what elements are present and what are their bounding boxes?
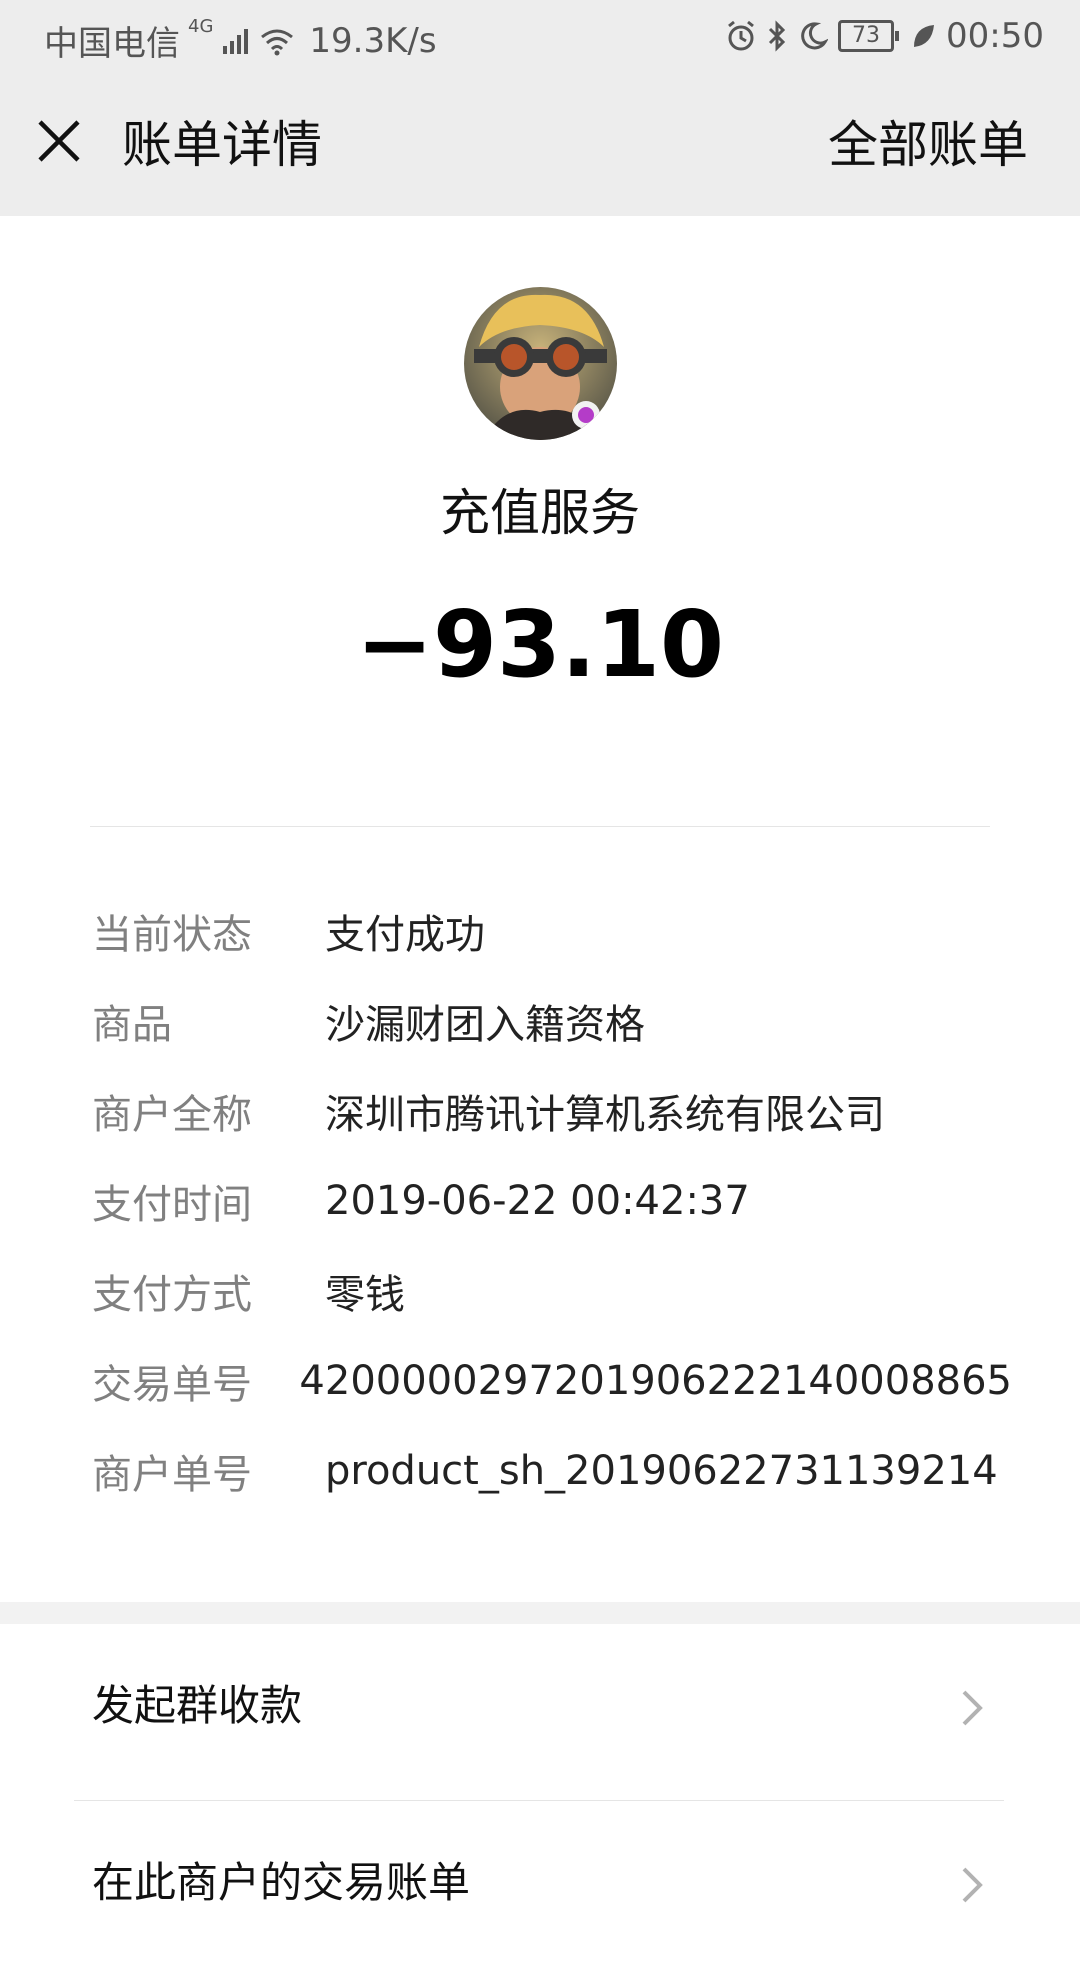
network-speed: 19.3K/s: [309, 20, 437, 61]
page-title: 账单详情: [122, 116, 322, 174]
detail-value: 零钱: [325, 1272, 405, 1318]
carrier-label: 中国电信: [44, 24, 180, 64]
leaf-icon: [914, 25, 935, 47]
status-bar: 中国电信 4G 19.3K/s 73 00:50: [0, 0, 1080, 76]
detail-row-pay-time: 支付时间 2019-06-22 00:42:37: [92, 1156, 1012, 1246]
divider: [90, 826, 990, 827]
detail-label: 商户全称: [92, 1092, 252, 1138]
detail-row-pay-method: 支付方式 零钱: [92, 1246, 1012, 1336]
signal-icon: [223, 28, 249, 54]
transaction-amount: −93.10: [355, 591, 725, 698]
chevron-right-icon: [962, 1690, 983, 1726]
bluetooth-icon: [768, 20, 786, 52]
detail-label: 支付方式: [92, 1272, 252, 1318]
clock: 00:50: [946, 16, 1044, 56]
detail-label: 商户单号: [92, 1452, 252, 1498]
detail-row-merchant-order-id: 商户单号 product_sh_20190622731139214: [92, 1426, 1012, 1516]
status-right: 73 00:50: [726, 16, 1044, 56]
action-label: 发起群收款: [92, 1681, 303, 1730]
battery-icon: 73: [838, 20, 900, 52]
chevron-right-icon: [962, 1867, 983, 1903]
alarm-icon: [728, 20, 754, 51]
detail-label: 当前状态: [92, 912, 252, 958]
status-left: 中国电信 4G 19.3K/s: [44, 16, 437, 65]
merchant-avatar: [464, 287, 617, 440]
merchant-name: 充值服务: [440, 484, 640, 542]
detail-label: 商品: [92, 1002, 172, 1048]
header-bar: 账单详情 全部账单: [0, 76, 1080, 216]
network-type-label: 4G: [188, 16, 214, 37]
close-icon[interactable]: [30, 112, 90, 172]
detail-row-merchant: 商户全称 深圳市腾讯计算机系统有限公司: [92, 1066, 1012, 1156]
section-separator: [0, 1602, 1080, 1624]
detail-label: 支付时间: [92, 1182, 252, 1228]
merchant-bills-button[interactable]: 在此商户的交易账单: [0, 1801, 1080, 1976]
detail-list: 当前状态 支付成功 商品 沙漏财团入籍资格 商户全称 深圳市腾讯计算机系统有限公…: [92, 886, 1012, 1516]
detail-row-status: 当前状态 支付成功: [92, 886, 1012, 976]
detail-value: 支付成功: [325, 912, 485, 958]
detail-value: 4200000297201906222140008865: [299, 1358, 1012, 1404]
detail-row-product: 商品 沙漏财团入籍资格: [92, 976, 1012, 1066]
detail-value: 沙漏财团入籍资格: [325, 1002, 645, 1048]
all-bills-link[interactable]: 全部账单: [828, 112, 1028, 178]
moon-icon: [801, 22, 829, 50]
action-label: 在此商户的交易账单: [92, 1858, 471, 1907]
group-collect-button[interactable]: 发起群收款: [0, 1624, 1080, 1799]
detail-value: product_sh_20190622731139214: [325, 1448, 998, 1494]
wifi-icon: [261, 29, 294, 55]
detail-row-transaction-id: 交易单号 4200000297201906222140008865: [92, 1336, 1012, 1426]
detail-value: 深圳市腾讯计算机系统有限公司: [325, 1092, 885, 1138]
detail-value: 2019-06-22 00:42:37: [325, 1178, 750, 1224]
detail-label: 交易单号: [92, 1362, 252, 1408]
